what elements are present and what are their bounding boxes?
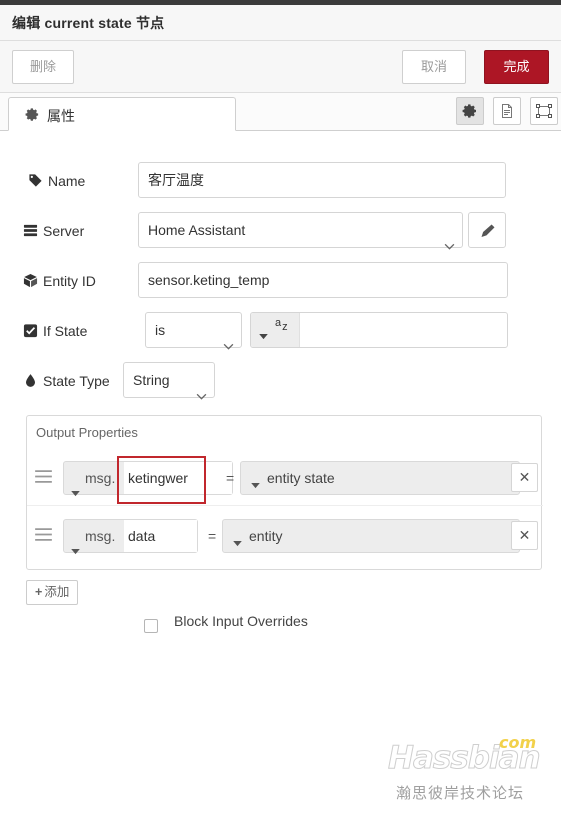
output-property-row: msg. ketingwer = entity state ✕: [27, 448, 543, 506]
name-label-text: Name: [48, 173, 86, 189]
block-input-overrides-checkbox[interactable]: [144, 619, 158, 633]
caret-down-icon: [71, 534, 80, 566]
drag-handle-icon[interactable]: [35, 528, 52, 541]
document-icon-button[interactable]: [493, 97, 521, 125]
dialog-titlebar: 编辑 current state 节点: [0, 5, 561, 41]
chevron-down-icon: [196, 378, 207, 400]
chevron-down-icon: [223, 328, 234, 350]
output-property-value-select-1[interactable]: entity: [222, 519, 520, 553]
output-property-key-prefix-text-0: msg.: [85, 470, 116, 486]
if-state-comparator-select[interactable]: is: [145, 312, 242, 350]
caret-down-icon: [259, 327, 268, 345]
output-property-remove-button-1[interactable]: ✕: [511, 521, 538, 550]
output-property-value-select-0[interactable]: entity state: [240, 461, 520, 495]
if-state-label: If State: [23, 323, 87, 339]
page-title: 编辑 current state 节点: [12, 15, 165, 31]
server-label: Server: [23, 223, 84, 239]
output-property-key-prefix-text-1: msg.: [85, 528, 116, 544]
output-property-value-label-0: entity state: [267, 470, 335, 486]
state-type-value: String: [133, 372, 170, 388]
entity-id-label: Entity ID: [23, 273, 96, 289]
block-input-overrides-label: Block Input Overrides: [174, 613, 308, 629]
output-property-key-group-0[interactable]: msg. ketingwer: [63, 461, 233, 497]
output-property-value-label-1: entity: [249, 528, 283, 544]
name-label: Name: [28, 173, 85, 189]
caret-down-icon: [233, 534, 242, 552]
chevron-down-icon: [444, 228, 455, 250]
droplet-icon: [23, 373, 38, 388]
caret-down-icon: [71, 476, 80, 508]
output-property-row: msg. data = entity ✕: [27, 506, 543, 564]
output-property-key-prefix-1[interactable]: msg.: [64, 520, 122, 555]
entity-id-input[interactable]: sensor.keting_temp: [138, 262, 508, 298]
output-properties-panel: Output Properties msg. ketingwer = entit…: [26, 415, 543, 570]
output-properties-legend: Output Properties: [36, 425, 138, 440]
if-state-type-button[interactable]: az: [251, 313, 300, 347]
output-property-key-input-1[interactable]: data: [124, 520, 197, 552]
close-icon: ✕: [518, 469, 531, 485]
server-select-value: Home Assistant: [148, 222, 246, 238]
gear-icon: [462, 104, 476, 118]
watermark-subtitle: 瀚思彼岸技术论坛: [396, 785, 525, 802]
document-icon: [502, 104, 512, 118]
output-property-key-group-1[interactable]: msg. data: [63, 519, 198, 555]
done-button[interactable]: 完成: [484, 50, 549, 84]
name-input[interactable]: 客厅温度: [138, 162, 506, 198]
expand-icon: [536, 104, 552, 118]
if-state-value-typedinput[interactable]: az: [250, 312, 508, 348]
gear-icon: [25, 107, 40, 122]
server-label-text: Server: [43, 223, 85, 239]
delete-button[interactable]: 删除: [12, 50, 74, 84]
output-property-key-prefix-0[interactable]: msg.: [64, 462, 122, 497]
cube-icon: [23, 273, 38, 288]
if-state-label-text: If State: [43, 323, 88, 339]
dialog-action-bar: [0, 41, 561, 93]
server-icon: [23, 223, 38, 238]
caret-down-icon: [251, 476, 260, 494]
entity-id-label-text: Entity ID: [43, 273, 96, 289]
plus-icon: +: [35, 585, 43, 599]
cancel-button[interactable]: 取消: [402, 50, 466, 84]
output-property-equals-1: =: [208, 528, 217, 544]
server-select[interactable]: Home Assistant: [138, 212, 463, 250]
tab-properties[interactable]: 属性: [8, 97, 236, 131]
node-red-edit-dialog: 编辑 current state 节点 删除 取消 完成 属性 Name 客厅温…: [0, 0, 561, 818]
state-type-select[interactable]: String: [123, 362, 215, 400]
tab-label: 属性: [47, 108, 75, 124]
add-button-label: 添加: [44, 585, 70, 599]
if-state-comparator-value: is: [155, 322, 166, 338]
checked-checkbox-icon[interactable]: [23, 323, 38, 338]
block-input-overrides-row: Block Input Overrides: [0, 613, 561, 639]
output-property-key-input-0[interactable]: ketingwer: [124, 462, 232, 494]
expand-icon-button[interactable]: [530, 97, 558, 125]
state-type-label: State Type: [23, 373, 110, 389]
drag-handle-icon[interactable]: [35, 470, 52, 483]
gear-icon-button[interactable]: [456, 97, 484, 125]
add-output-property-button[interactable]: + 添加: [26, 580, 79, 605]
output-property-remove-button-0[interactable]: ✕: [511, 463, 538, 492]
pencil-icon: [480, 223, 496, 244]
az-icon: az: [275, 317, 288, 333]
state-type-label-text: State Type: [43, 373, 110, 389]
watermark-tld: com: [499, 733, 537, 752]
tag-icon: [28, 173, 43, 188]
close-icon: ✕: [518, 527, 531, 543]
output-property-equals-0: =: [226, 470, 235, 486]
watermark: Hassbian com 瀚思彼岸技术论坛: [388, 733, 553, 808]
server-edit-button[interactable]: [468, 212, 506, 248]
